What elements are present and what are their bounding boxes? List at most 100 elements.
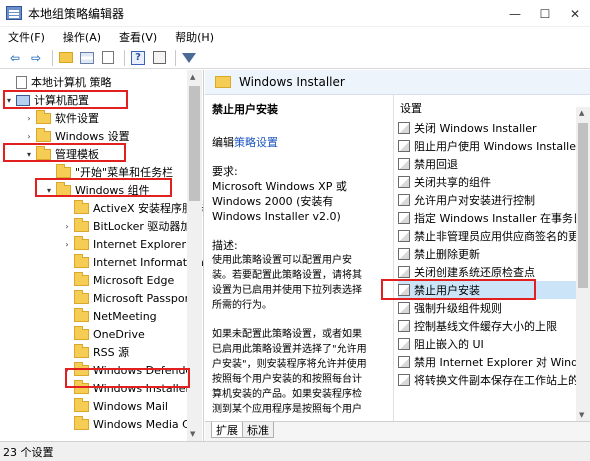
- requirements-line: Windows 2000 (安装有: [212, 195, 334, 208]
- tree-item-windows-defender[interactable]: › Windows Defender: [62, 361, 197, 379]
- tree-item-label: "开始"菜单和任务栏: [75, 166, 174, 179]
- minimize-button[interactable]: —: [500, 0, 530, 27]
- requirements-block: 要求: Microsoft Windows XP 或 Windows 2000 …: [212, 164, 383, 224]
- tree-item-microsoft-edge[interactable]: Microsoft Edge: [62, 271, 174, 289]
- folder-icon: [36, 145, 51, 160]
- folder-icon: [74, 325, 89, 340]
- tree-item-bitlocker[interactable]: › BitLocker 驱动器加密: [62, 217, 202, 235]
- expander-icon[interactable]: ▾: [4, 96, 14, 105]
- properties-icon[interactable]: [150, 49, 168, 67]
- menu-bar: 文件(F) 操作(A) 查看(V) 帮助(H): [0, 27, 590, 47]
- filter-icon[interactable]: [180, 49, 198, 67]
- expander-icon[interactable]: ›: [62, 240, 72, 249]
- folder-icon: [74, 217, 89, 232]
- setting-row[interactable]: 指定 Windows Installer 在事务日志: [398, 209, 590, 227]
- menu-file[interactable]: 文件(F): [8, 29, 45, 45]
- settings-list: 设置 关闭 Windows Installer 阻止用户使用 Windows I…: [393, 95, 590, 421]
- folder-icon: [74, 271, 89, 286]
- document-icon: [16, 75, 27, 89]
- description-line: 所需的行为。: [212, 300, 272, 311]
- tree-item-start-menu[interactable]: "开始"菜单和任务栏: [44, 163, 173, 181]
- requirements-label: 要求:: [212, 165, 238, 178]
- maximize-button[interactable]: ☐: [530, 0, 560, 27]
- status-text: 23 个设置: [3, 445, 54, 459]
- tab-extended[interactable]: 扩展: [211, 422, 243, 438]
- tree-item-admin-templates[interactable]: ▾ 管理模板: [24, 145, 99, 163]
- settings-scrollbar[interactable]: ▲ ▼: [576, 107, 590, 421]
- edit-policy-link[interactable]: 策略设置: [234, 136, 278, 149]
- title-bar: 本地组策略编辑器 — ☐ ✕: [0, 0, 590, 27]
- policy-setting-icon: [398, 248, 410, 260]
- setting-row[interactable]: 关闭共享的组件: [398, 173, 588, 191]
- folder-icon: [74, 415, 89, 430]
- tree-item-rss[interactable]: RSS 源: [62, 343, 129, 361]
- description-label: 描述:: [212, 239, 238, 252]
- setting-row[interactable]: 允许用户对安装进行控制: [398, 191, 588, 209]
- back-arrow-icon[interactable]: ⇦: [6, 49, 24, 67]
- tree-item-activex[interactable]: ActiveX 安装程序服务: [62, 199, 203, 217]
- setting-row[interactable]: 禁止非管理员应用供应商签名的更新: [398, 227, 590, 245]
- settings-scroll-thumb[interactable]: [578, 123, 588, 288]
- forward-arrow-icon[interactable]: ⇨: [27, 49, 45, 67]
- expander-icon[interactable]: ›: [24, 132, 34, 141]
- tab-standard[interactable]: 标准: [243, 422, 274, 438]
- policy-setting-icon: [398, 284, 410, 296]
- folder-icon: [74, 253, 89, 268]
- setting-row[interactable]: 禁止删除更新: [398, 245, 588, 263]
- tree-item-internet-information[interactable]: Internet Information: [62, 253, 203, 271]
- expander-icon[interactable]: ›: [62, 222, 72, 231]
- setting-row[interactable]: 将转换文件副本保存在工作站上的: [398, 371, 588, 389]
- setting-row-selected[interactable]: 禁止用户安装: [398, 281, 588, 299]
- close-button[interactable]: ✕: [560, 0, 590, 27]
- setting-row[interactable]: 禁用回退: [398, 155, 588, 173]
- tree-scroll-thumb[interactable]: [189, 86, 200, 201]
- setting-row[interactable]: 控制基线文件缓存大小的上限: [398, 317, 588, 335]
- setting-row[interactable]: 关闭 Windows Installer: [398, 119, 588, 137]
- tree-item-windows-media-center[interactable]: Windows Media Ce: [62, 415, 197, 433]
- tree-item-label: BitLocker 驱动器加密: [93, 220, 203, 233]
- toolbar: ⇦ ⇨ ?: [0, 47, 590, 69]
- scroll-up-icon[interactable]: ▲: [190, 73, 195, 81]
- policy-title: 禁止用户安装: [212, 103, 278, 116]
- setting-row[interactable]: 阻止用户使用 Windows Installer: [398, 137, 588, 155]
- tree-item-internet-explorer[interactable]: › Internet Explorer: [62, 235, 186, 253]
- description-line: 装。若要配置此策略设置，请将其: [212, 270, 362, 281]
- scroll-down-icon[interactable]: ▼: [579, 411, 584, 419]
- tree-item-label: Windows Installer: [93, 381, 191, 395]
- tree-item-software-settings[interactable]: › 软件设置: [24, 109, 99, 127]
- tree-item-microsoft-passport[interactable]: Microsoft Passport: [62, 289, 193, 307]
- toolbar-separator: [124, 49, 125, 66]
- description-line: 按照每个用户安装的和按照每台计: [212, 374, 362, 385]
- help-icon[interactable]: ?: [129, 49, 147, 67]
- tree-item-onedrive[interactable]: OneDrive: [62, 325, 145, 343]
- export-list-icon[interactable]: [99, 49, 117, 67]
- expander-icon[interactable]: ›: [62, 366, 72, 375]
- menu-action[interactable]: 操作(A): [63, 29, 101, 45]
- menu-help[interactable]: 帮助(H): [175, 29, 214, 45]
- expander-icon[interactable]: ▾: [44, 186, 54, 195]
- show-hide-tree-icon[interactable]: [78, 49, 96, 67]
- tree-scrollbar[interactable]: ▲ ▼: [187, 70, 202, 441]
- tree-item-computer-config[interactable]: ▾ 计算机配置: [4, 91, 89, 109]
- settings-column-header[interactable]: 设置: [400, 100, 422, 116]
- tree-item-local-policy[interactable]: 本地计算机 策略: [4, 73, 112, 91]
- setting-row[interactable]: 禁用 Internet Explorer 对 Windo: [398, 353, 588, 371]
- folder-up-icon[interactable]: [57, 49, 75, 67]
- setting-row[interactable]: 强制升级组件规则: [398, 299, 588, 317]
- tree-item-label: Windows 设置: [55, 130, 130, 143]
- setting-row[interactable]: 阻止嵌入的 UI: [398, 335, 588, 353]
- description-line: 使用此策略设置可以配置用户安: [212, 255, 352, 266]
- tree-item-windows-mail[interactable]: Windows Mail: [62, 397, 168, 415]
- tree-item-windows-settings[interactable]: › Windows 设置: [24, 127, 130, 145]
- expander-icon[interactable]: ›: [24, 114, 34, 123]
- expander-icon[interactable]: ▾: [24, 150, 34, 159]
- setting-row[interactable]: 关闭创建系统还原检查点: [398, 263, 588, 281]
- tree-item-windows-installer[interactable]: Windows Installer: [62, 379, 190, 397]
- tree-item-windows-components[interactable]: ▾ Windows 组件: [44, 181, 150, 199]
- tree-item-netmeeting[interactable]: NetMeeting: [62, 307, 157, 325]
- scroll-up-icon[interactable]: ▲: [579, 109, 584, 117]
- tree-item-label: Windows Media Ce: [93, 417, 197, 431]
- policy-setting-icon: [398, 140, 410, 152]
- scroll-down-icon[interactable]: ▼: [190, 430, 195, 438]
- menu-view[interactable]: 查看(V): [119, 29, 157, 45]
